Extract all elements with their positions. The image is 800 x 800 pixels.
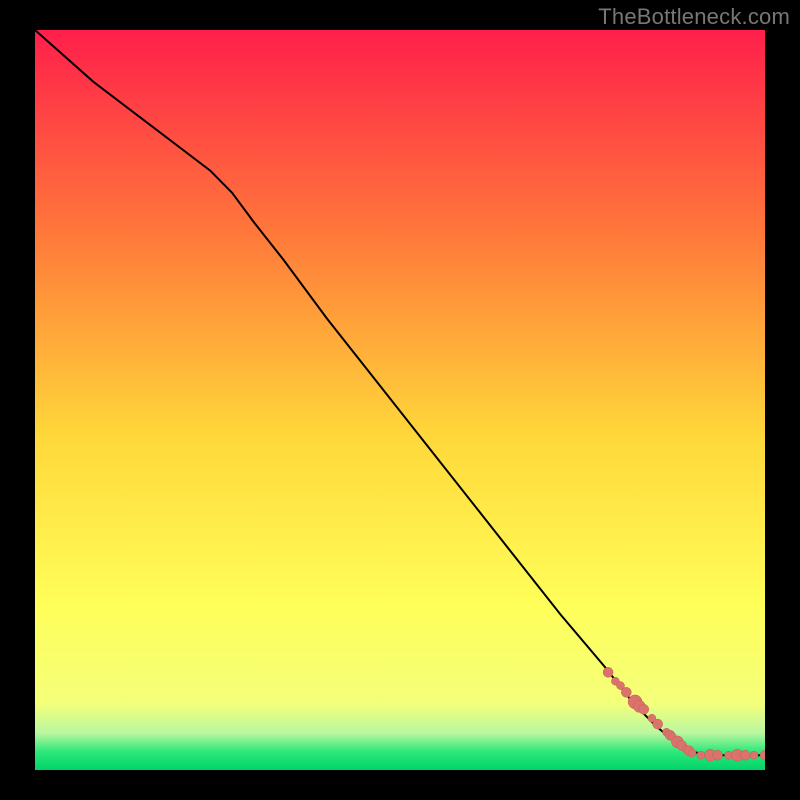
- chart-frame: TheBottleneck.com: [0, 0, 800, 800]
- data-point: [621, 687, 631, 697]
- data-point: [697, 751, 705, 759]
- data-point: [740, 750, 750, 760]
- plot-area: [35, 30, 765, 770]
- watermark-text: TheBottleneck.com: [598, 4, 790, 30]
- data-point: [639, 704, 649, 714]
- data-point: [750, 751, 758, 759]
- data-point: [603, 667, 613, 677]
- data-point: [653, 719, 663, 729]
- gradient-background: [35, 30, 765, 770]
- plot-svg: [35, 30, 765, 770]
- data-point: [688, 749, 696, 757]
- data-point: [713, 750, 723, 760]
